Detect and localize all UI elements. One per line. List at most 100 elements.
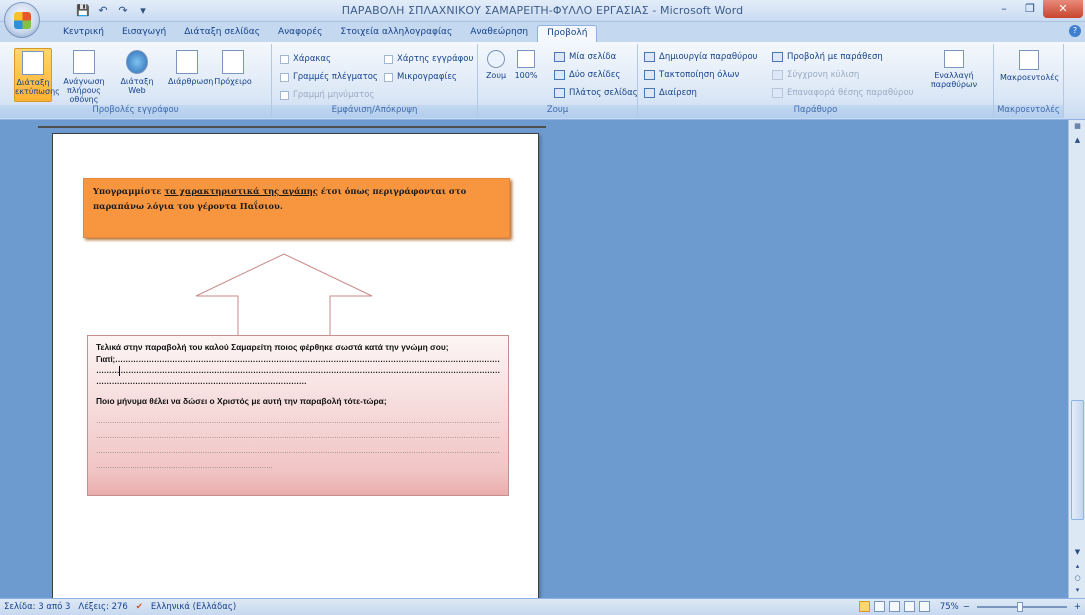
close-button[interactable]: ✕ xyxy=(1043,0,1083,18)
previous-page-edge xyxy=(38,120,546,128)
page-width-button[interactable]: Πλάτος σελίδας xyxy=(554,88,638,98)
magnifier-icon xyxy=(487,50,505,68)
minimize-button[interactable]: – xyxy=(991,0,1017,18)
draft-view-icon[interactable] xyxy=(918,601,930,612)
tab-review[interactable]: Αναθεώρηση xyxy=(461,25,537,42)
checkbox-icon xyxy=(384,54,393,64)
language-indicator[interactable]: Ελληνικά (Ελλάδας) xyxy=(151,602,236,612)
select-browse-object-icon[interactable]: ○ xyxy=(1071,574,1084,586)
message-bar-checkbox[interactable]: Γραμμή μηνύματος xyxy=(280,90,374,100)
web-view-icon[interactable] xyxy=(888,601,900,612)
web-layout-button[interactable]: Διάταξη Web xyxy=(118,48,156,102)
draft-button[interactable]: Πρόχειρο xyxy=(214,48,252,102)
document-map-checkbox[interactable]: Χάρτης εγγράφου xyxy=(384,54,473,64)
arrange-all-button[interactable]: Τακτοποίηση όλων xyxy=(644,70,739,80)
switch-windows-icon xyxy=(944,50,964,68)
reset-position-icon xyxy=(772,88,783,98)
zoom-slider-knob[interactable] xyxy=(1016,601,1023,612)
reset-window-position-button[interactable]: Επαναφορά θέσης παραθύρου xyxy=(772,88,914,98)
side-by-side-icon xyxy=(772,52,783,62)
answer-line: …………………………………………………………………………………………………………… xyxy=(96,365,500,376)
tab-insert[interactable]: Εισαγωγή xyxy=(113,25,175,42)
one-page-icon xyxy=(554,52,565,62)
macros-button[interactable]: Μακροεντολές xyxy=(1000,48,1059,102)
tab-view[interactable]: Προβολή xyxy=(537,25,598,42)
zoom-out-button[interactable]: − xyxy=(963,602,970,612)
checkbox-icon xyxy=(384,72,393,82)
zoom-slider[interactable] xyxy=(976,601,1067,612)
print-layout-icon xyxy=(22,51,44,75)
group-macros: Μακροεντολές Μακροεντολές xyxy=(994,44,1064,118)
ribbon-tabs: Κεντρική Εισαγωγή Διάταξη σελίδας Αναφορ… xyxy=(0,22,1085,42)
question-1: Τελικά στην παραβολή του καλού Σαμαρείτη… xyxy=(96,342,449,352)
scroll-down-icon[interactable]: ▼ xyxy=(1071,548,1084,560)
print-layout-view-icon[interactable] xyxy=(858,601,870,612)
tab-home[interactable]: Κεντρική xyxy=(54,25,113,42)
group-show-hide: Χάρακας Γραμμές πλέγματος Γραμμή μηνύματ… xyxy=(272,44,478,118)
two-pages-button[interactable]: Δύο σελίδες xyxy=(554,70,620,80)
questions-box[interactable]: Τελικά στην παραβολή του καλού Σαμαρείτη… xyxy=(87,335,509,496)
window-controls: – ❐ ✕ xyxy=(991,0,1083,18)
up-arrow-shape[interactable] xyxy=(194,252,374,340)
print-layout-button[interactable]: Διάταξη εκτύπωσης xyxy=(14,48,60,102)
group-label: Παράθυρο xyxy=(638,105,993,118)
new-window-button[interactable]: Δημιουργία παραθύρου xyxy=(644,52,758,62)
vertical-scrollbar[interactable]: ▦ ▲ ▼ ▴ ○ ▾ xyxy=(1068,120,1085,598)
zoom-level[interactable]: 75% xyxy=(940,602,959,612)
one-page-button[interactable]: Μία σελίδα xyxy=(554,52,616,62)
group-window: Δημιουργία παραθύρου Τακτοποίηση όλων Δι… xyxy=(638,44,994,118)
office-button[interactable] xyxy=(4,2,40,38)
instruction-box[interactable]: Υπογραμμίστε τα χαρακτηριστικά της αγάπη… xyxy=(83,178,510,238)
group-zoom: Ζουμ 100% Μία σελίδα Δύο σελίδες Πλάτος … xyxy=(478,44,638,118)
title-bar: 💾 ↶ ↷ ▾ ΠΑΡΑΒΟΛΗ ΣΠΛΑΧΝΙΚΟΥ ΣΑΜΑΡΕΙΤΗ-ΦΥ… xyxy=(0,0,1085,38)
maximize-button[interactable]: ❐ xyxy=(1017,0,1043,18)
thumbnails-checkbox[interactable]: Μικρογραφίες xyxy=(384,72,457,82)
answer-line: …………………………………………………………………………………………………………… xyxy=(96,433,500,440)
scroll-thumb[interactable] xyxy=(1071,400,1084,520)
answer-line: …………………………………………………………………… xyxy=(96,463,273,470)
outline-button[interactable]: Διάρθρωση xyxy=(168,48,213,102)
help-icon[interactable]: ? xyxy=(1069,25,1081,37)
page-width-icon xyxy=(554,88,565,98)
group-label: Προβολές εγγράφου xyxy=(0,105,271,118)
tab-mailings[interactable]: Στοιχεία αλληλογραφίας xyxy=(331,25,461,42)
document-area[interactable]: Υπογραμμίστε τα χαρακτηριστικά της αγάπη… xyxy=(0,120,1068,598)
group-label: Εμφάνιση/Απόκρυψη xyxy=(272,105,477,118)
zoom-100-icon xyxy=(517,50,535,68)
group-document-views: Διάταξη εκτύπωσης Ανάγνωση πλήρους οθόνη… xyxy=(0,44,272,118)
sync-scroll-button[interactable]: Σύγχρονη κύλιση xyxy=(772,70,859,80)
checkbox-icon xyxy=(280,72,289,82)
ribbon: Διάταξη εκτύπωσης Ανάγνωση πλήρους οθόνη… xyxy=(0,42,1085,120)
new-window-icon xyxy=(644,52,655,62)
previous-page-icon[interactable]: ▴ xyxy=(1071,562,1084,574)
split-icon xyxy=(644,88,655,98)
word-count[interactable]: Λέξεις: 276 xyxy=(78,602,127,612)
split-button[interactable]: Διαίρεση xyxy=(644,88,697,98)
ruler-checkbox[interactable]: Χάρακας xyxy=(280,54,331,64)
switch-windows-button[interactable]: Εναλλαγή παραθύρων xyxy=(930,48,978,102)
zoom-in-button[interactable]: + xyxy=(1074,602,1081,612)
web-layout-icon xyxy=(126,50,148,74)
group-label: Ζουμ xyxy=(478,105,637,118)
zoom-100-button[interactable]: 100% xyxy=(512,48,540,102)
draft-icon xyxy=(222,50,244,74)
full-screen-reading-icon xyxy=(73,50,95,74)
proofing-icon[interactable]: ✔ xyxy=(136,602,143,612)
full-screen-reading-button[interactable]: Ανάγνωση πλήρους οθόνης xyxy=(62,48,106,104)
office-logo-icon xyxy=(14,12,31,29)
page-count[interactable]: Σελίδα: 3 από 3 xyxy=(4,602,70,612)
zoom-button[interactable]: Ζουμ xyxy=(482,48,510,102)
scroll-up-icon[interactable]: ▲ xyxy=(1071,136,1084,148)
next-page-icon[interactable]: ▾ xyxy=(1071,586,1084,598)
view-side-by-side-button[interactable]: Προβολή με παράθεση xyxy=(772,52,883,62)
gridlines-checkbox[interactable]: Γραμμές πλέγματος xyxy=(280,72,378,82)
full-screen-view-icon[interactable] xyxy=(873,601,885,612)
sync-scroll-icon xyxy=(772,70,783,80)
tab-page-layout[interactable]: Διάταξη σελίδας xyxy=(175,25,269,42)
arrange-all-icon xyxy=(644,70,655,80)
document-page[interactable]: Υπογραμμίστε τα χαρακτηριστικά της αγάπη… xyxy=(52,133,539,598)
outline-view-icon[interactable] xyxy=(903,601,915,612)
group-label: Μακροεντολές xyxy=(994,105,1063,118)
ruler-toggle-icon[interactable]: ▦ xyxy=(1071,122,1084,134)
tab-references[interactable]: Αναφορές xyxy=(269,25,331,42)
